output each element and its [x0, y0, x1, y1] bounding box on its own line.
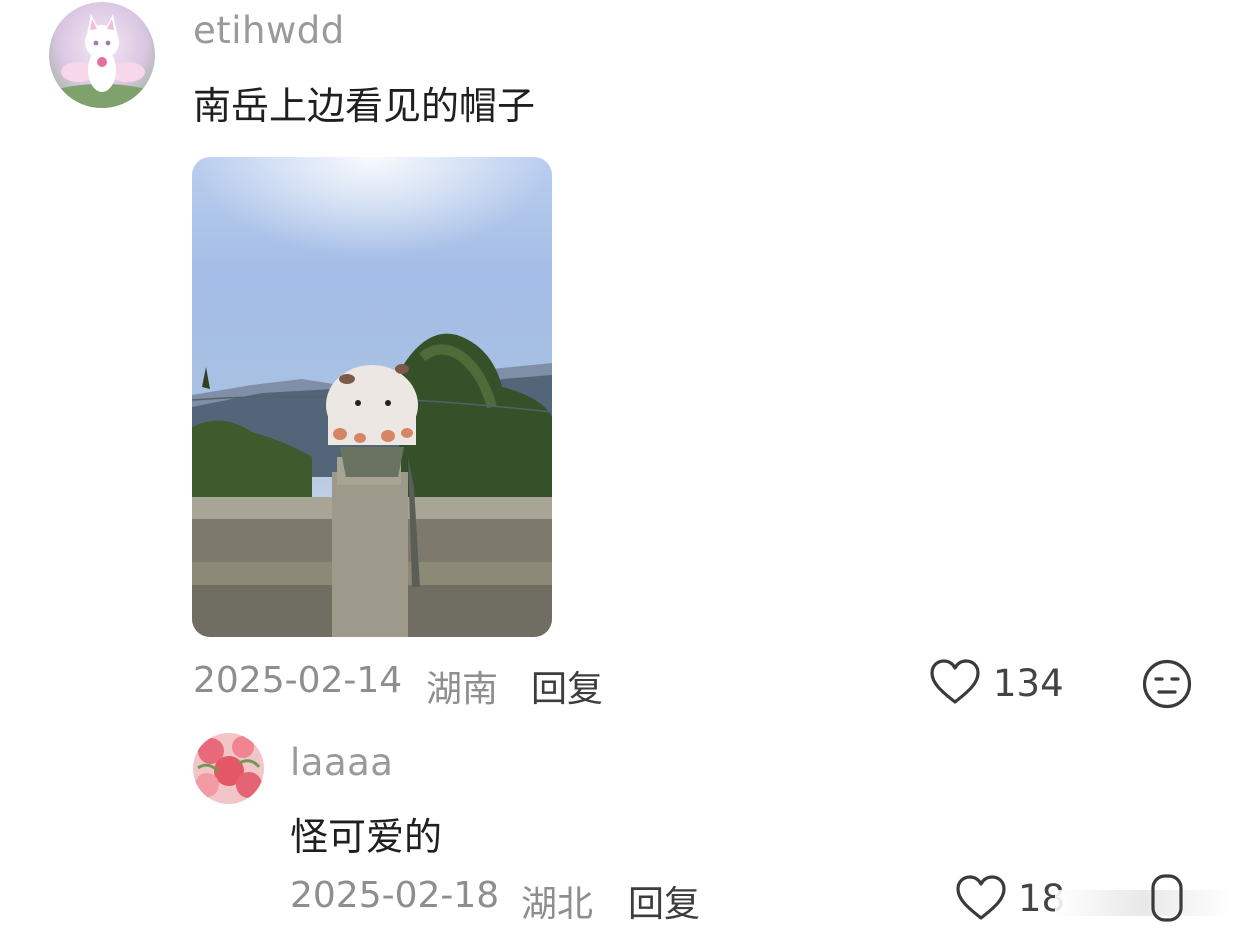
heart-icon[interactable]	[929, 658, 981, 706]
comment-photo[interactable]	[192, 157, 552, 637]
comment-text: 南岳上边看见的帽子	[193, 84, 536, 128]
reply-text: 怪可爱的	[290, 815, 443, 859]
dislike-face-icon[interactable]	[1150, 873, 1184, 923]
watermark-strip	[1055, 890, 1231, 916]
reply-reply-button[interactable]: 回复	[628, 875, 700, 927]
comment-date: 2025-02-14	[193, 660, 403, 701]
reply-avatar[interactable]	[193, 733, 264, 804]
reply-date: 2025-02-18	[290, 875, 500, 916]
comment-avatar[interactable]	[49, 2, 155, 108]
dislike-face-icon[interactable]	[1141, 658, 1193, 710]
comment-reply-button[interactable]: 回复	[531, 660, 603, 712]
comment-location: 湖南	[426, 669, 499, 710]
reply-username[interactable]: laaaa	[290, 741, 393, 784]
comment-like-count: 134	[993, 662, 1064, 705]
reply-location: 湖北	[521, 884, 594, 925]
heart-icon[interactable]	[955, 874, 1007, 922]
comment-username[interactable]: etihwdd	[193, 9, 345, 52]
